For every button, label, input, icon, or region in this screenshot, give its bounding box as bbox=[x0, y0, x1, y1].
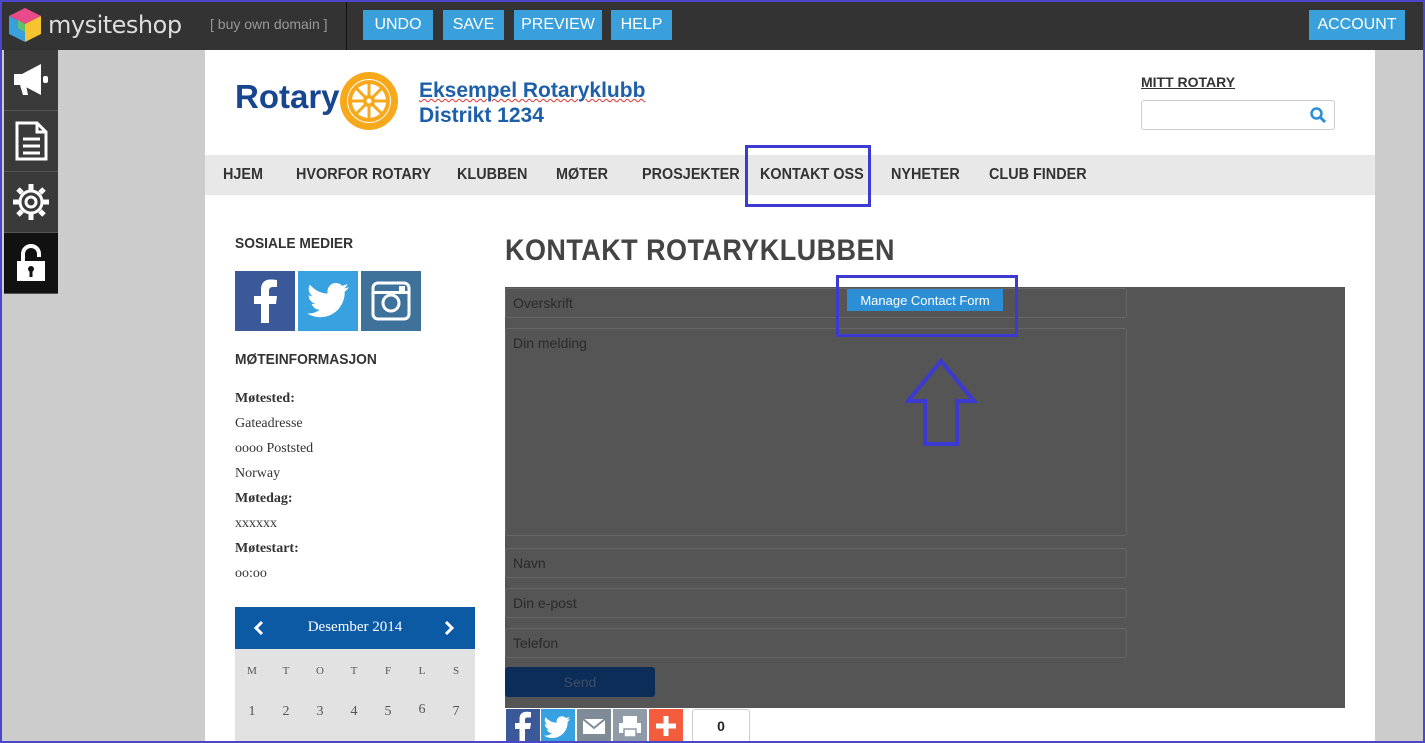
settings-tool[interactable] bbox=[4, 172, 58, 233]
editor-side-rail bbox=[4, 50, 58, 294]
share-more[interactable] bbox=[649, 709, 683, 743]
instagram-icon bbox=[371, 281, 411, 321]
page-title: KONTAKT ROTARYKLUBBEN bbox=[505, 234, 895, 267]
toolbar-divider bbox=[346, 0, 347, 50]
meeting-day-value: xxxxxx bbox=[235, 516, 277, 531]
meeting-postal: oooo Poststed bbox=[235, 441, 314, 456]
calendar-day[interactable]: 3 bbox=[303, 704, 337, 720]
editor-toolbar: mysiteshop [ buy own domain ] UNDO SAVE … bbox=[0, 0, 1425, 50]
site-header: Rotary Eksempel Rotaryklubb Distrikt 123… bbox=[205, 50, 1375, 155]
cube-logo-icon bbox=[9, 8, 41, 42]
nav-nyheter[interactable]: NYHETER bbox=[891, 155, 960, 195]
twitter-icon bbox=[307, 283, 349, 318]
send-button[interactable]: Send bbox=[505, 667, 655, 697]
phone-field[interactable]: Telefon bbox=[505, 628, 1127, 658]
weekday-label: S bbox=[452, 665, 460, 677]
nav-hvorfor-rotary[interactable]: HVORFOR ROTARY bbox=[296, 155, 431, 195]
place-label: Møtested: bbox=[235, 391, 295, 406]
meeting-heading: MØTEINFORMASJON bbox=[235, 351, 377, 368]
twitter-link[interactable] bbox=[298, 271, 358, 331]
email-field[interactable]: Din e-post bbox=[505, 588, 1127, 618]
calendar-day[interactable]: 1 bbox=[235, 704, 269, 720]
rotary-wheel-icon bbox=[340, 72, 398, 130]
nav-club-finder[interactable]: CLUB FINDER bbox=[989, 155, 1087, 195]
calendar-day[interactable]: 6 bbox=[405, 702, 439, 718]
nav-moter[interactable]: MØTER bbox=[556, 155, 608, 195]
manage-button-highlight bbox=[836, 275, 1018, 337]
printer-icon bbox=[619, 716, 641, 738]
meeting-start-label: Møtestart: bbox=[235, 541, 299, 557]
calendar-day[interactable]: 4 bbox=[337, 704, 371, 720]
brand-name: mysiteshop bbox=[48, 11, 182, 39]
instagram-link[interactable] bbox=[361, 271, 421, 331]
contact-form: Overskrift Din melding Navn Din e-post T… bbox=[505, 287, 1345, 708]
social-heading: SOSIALE MEDIER bbox=[235, 235, 354, 252]
plus-icon bbox=[656, 716, 676, 736]
rotary-wordmark[interactable]: Rotary bbox=[235, 78, 340, 116]
buy-domain-link[interactable]: [ buy own domain ] bbox=[210, 16, 328, 32]
twitter-icon bbox=[544, 716, 570, 738]
weekday-label: T bbox=[350, 665, 358, 677]
mysiteshop-logo[interactable]: mysiteshop bbox=[8, 6, 182, 44]
calendar-day[interactable]: 2 bbox=[269, 704, 303, 720]
facebook-link[interactable] bbox=[235, 271, 295, 331]
preview-button[interactable]: PREVIEW bbox=[514, 10, 602, 40]
site-page: Rotary Eksempel Rotaryklubb Distrikt 123… bbox=[205, 50, 1375, 743]
help-button[interactable]: HELP bbox=[611, 10, 672, 40]
meeting-place-label: Møtested: bbox=[235, 391, 295, 407]
meeting-day-label: Møtedag: bbox=[235, 491, 293, 507]
club-name[interactable]: Eksempel Rotaryklubb Distrikt 1234 bbox=[419, 78, 645, 128]
lock-icon bbox=[17, 244, 45, 281]
facebook-icon bbox=[515, 711, 531, 743]
share-twitter[interactable] bbox=[541, 709, 575, 743]
save-button[interactable]: SAVE bbox=[443, 10, 504, 40]
nav-prosjekter[interactable]: PROSJEKTER bbox=[642, 155, 740, 195]
start-label: Møtestart: bbox=[235, 541, 299, 556]
facebook-icon bbox=[254, 279, 277, 323]
megaphone-icon bbox=[14, 64, 48, 95]
nav-hjem[interactable]: HJEM bbox=[223, 155, 263, 195]
document-icon bbox=[15, 121, 48, 161]
gear-icon bbox=[13, 184, 49, 220]
nav-klubben[interactable]: KLUBBEN bbox=[457, 155, 527, 195]
calendar-grid: M T O T F L S 1 2 3 4 5 6 7 bbox=[235, 649, 475, 743]
pages-tool[interactable] bbox=[4, 111, 58, 172]
calendar-header: Desember 2014 bbox=[235, 607, 475, 649]
share-facebook[interactable] bbox=[506, 709, 540, 743]
share-count: 0 bbox=[692, 709, 750, 743]
search-icon[interactable] bbox=[1310, 107, 1326, 123]
name-field[interactable]: Navn bbox=[505, 548, 1127, 578]
meeting-start-value: oo:oo bbox=[235, 566, 267, 581]
arrow-up-icon bbox=[905, 358, 977, 446]
account-button[interactable]: ACCOUNT bbox=[1309, 10, 1405, 40]
weekday-label: T bbox=[282, 665, 290, 677]
message-field[interactable]: Din melding bbox=[505, 328, 1127, 536]
marketing-tool[interactable] bbox=[4, 50, 58, 111]
weekday-label: M bbox=[247, 665, 257, 677]
share-email[interactable] bbox=[577, 709, 611, 743]
chevron-right-icon[interactable] bbox=[443, 621, 455, 635]
meeting-country: Norway bbox=[235, 466, 281, 481]
weekday-label: O bbox=[316, 665, 324, 677]
calendar-day[interactable]: 7 bbox=[439, 704, 473, 720]
lock-tool[interactable] bbox=[4, 233, 58, 294]
envelope-icon bbox=[582, 718, 606, 734]
weekday-label: L bbox=[418, 665, 426, 677]
calendar-month: Desember 2014 bbox=[307, 619, 403, 635]
kontakt-oss-highlight bbox=[745, 145, 871, 207]
undo-button[interactable]: UNDO bbox=[363, 10, 433, 40]
mitt-rotary-link[interactable]: MITT ROTARY bbox=[1141, 74, 1235, 90]
share-print[interactable] bbox=[613, 709, 647, 743]
subject-field[interactable]: Overskrift bbox=[505, 288, 1127, 318]
day-label: Møtedag: bbox=[235, 491, 293, 506]
club-title: Eksempel Rotaryklubb bbox=[419, 79, 646, 102]
weekday-label: F bbox=[384, 665, 392, 677]
calendar-day[interactable]: 5 bbox=[371, 704, 405, 720]
meeting-address: Gateadresse bbox=[235, 416, 303, 431]
search-field[interactable] bbox=[1141, 100, 1335, 130]
club-district: Distrikt 1234 bbox=[419, 104, 544, 127]
